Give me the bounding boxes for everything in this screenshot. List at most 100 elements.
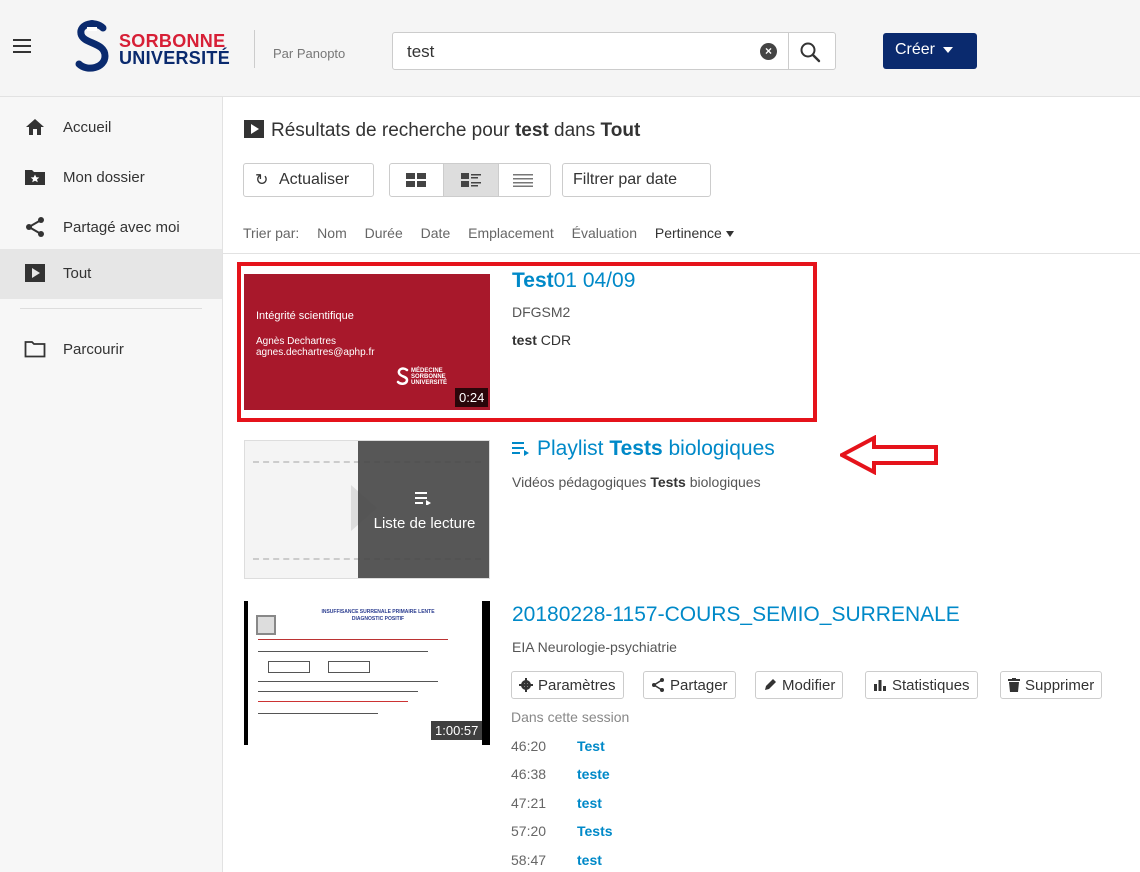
hit-word: Test [577,738,605,754]
create-label: Créer [895,41,936,58]
session-hit[interactable]: 57:20 Tests [511,823,613,839]
delete-label: Supprimer [1025,677,1095,694]
edit-button[interactable]: Modifier [755,671,844,699]
search-snippet: test CDR [512,332,571,348]
sidebar-item-parcourir[interactable]: Parcourir [0,325,222,375]
bar-chart-icon [874,680,886,691]
statistics-label: Statistiques [892,677,970,694]
view-mode-group [389,163,551,197]
title-rest: 01 04/09 [553,269,636,292]
playlist-title-post: biologiques [662,437,775,460]
video-title-link[interactable]: Test01 04/09 [512,269,635,293]
slide-box [268,661,310,673]
sidebar-item-partage[interactable]: Partagé avec moi [0,203,222,253]
desc-bold: Tests [650,474,686,490]
share-button[interactable]: Partager [643,671,736,699]
playlist-title-bold: Tests [609,437,663,460]
logo-line-2: UNIVERSITÉ [119,48,231,68]
detail-view-button[interactable] [443,164,499,196]
results-scope: Tout [600,120,641,141]
snippet-rest: CDR [536,332,572,348]
hit-word: teste [577,766,610,782]
gear-icon [519,678,533,692]
sidebar-divider [20,308,202,309]
results-term: test [514,120,549,141]
tile-view-button[interactable] [390,164,443,196]
sort-caret-icon [725,231,734,238]
session-hit[interactable]: 58:47 test [511,852,602,868]
sidebar-item-label: Tout [63,265,92,282]
video-title-link[interactable]: 20180228-1157-COURS_SEMIO_SURRENALE [512,603,960,627]
statistics-button[interactable]: Statistiques [865,671,978,699]
slide-subtitle: DIAGNOSTIC POSITIF [351,616,405,622]
edit-label: Modifier [782,677,836,694]
sidebar-item-label: Accueil [63,119,112,136]
folder-icon [24,341,46,358]
share-icon [652,678,664,692]
share-label: Partager [670,677,728,694]
annotation-arrow-icon [840,435,938,475]
playlist-title-link[interactable]: Playlist Tests biologiques [512,437,775,461]
search-box: × [392,32,836,70]
star-folder-icon [25,170,45,185]
results-heading: Résultats de recherche pour test dans To… [243,119,640,142]
slide-line [258,681,438,682]
clear-search-icon[interactable]: × [760,43,777,60]
by-panopto-label: Par Panopto [273,46,346,61]
hamburger-menu-icon[interactable] [13,39,31,53]
refresh-icon: ↻ [255,172,269,189]
session-hit[interactable]: 46:20 Test [511,738,605,754]
create-button[interactable]: Créer [883,33,977,69]
grid-view-icon [406,173,426,187]
hit-time: 57:20 [511,823,547,839]
hit-time: 58:47 [511,852,547,868]
folder-name: DFGSM2 [512,304,571,320]
sort-option-date[interactable]: Date [421,225,451,241]
video-thumbnail[interactable]: INSUFFISANCE SURRENALE PRIMAIRE LENTE DI… [244,601,490,745]
duration-badge: 1:00:57 [431,721,483,740]
settings-button[interactable]: Paramètres [511,671,624,699]
search-icon[interactable] [798,40,822,64]
list-view-button[interactable] [497,164,550,196]
logo-wordmark[interactable]: SORBONNE UNIVERSITÉ [119,32,231,68]
sidebar-item-mon-dossier[interactable]: Mon dossier [0,153,222,203]
hit-word: test [577,852,602,868]
results-prefix: Résultats de recherche pour [271,120,515,141]
detail-view-icon [461,173,481,187]
sort-option-duree[interactable]: Durée [365,225,403,241]
session-hit[interactable]: 47:21 test [511,795,602,811]
playlist-description: Vidéos pédagogiques Tests biologiques [512,474,761,490]
session-hits-heading: Dans cette session [511,709,630,725]
desc-pre: Vidéos pédagogiques [512,474,651,490]
play-box-icon [25,264,45,282]
hit-time: 46:20 [511,738,547,754]
refresh-button[interactable]: ↻ Actualiser [243,163,374,197]
sort-option-emplacement[interactable]: Emplacement [468,225,554,241]
main-content: Résultats de recherche pour test dans To… [223,97,1140,872]
sorbonne-logo-icon[interactable] [73,18,113,76]
delete-button[interactable]: Supprimer [1000,671,1103,699]
refresh-label: Actualiser [279,171,350,188]
pencil-icon [765,679,776,690]
sort-option-pertinence[interactable]: Pertinence [655,225,734,241]
sidebar-item-accueil[interactable]: Accueil [0,103,222,153]
results-mid: dans [548,120,601,141]
sort-option-nom[interactable]: Nom [317,225,347,241]
session-hit[interactable]: 46:38 teste [511,766,610,782]
filter-by-date-button[interactable]: Filtrer par date [562,163,711,197]
list-view-icon [513,174,533,187]
top-header: SORBONNE UNIVERSITÉ Par Panopto × Créer [0,0,1140,97]
search-input[interactable] [405,39,749,65]
share-icon [26,217,44,237]
hit-time: 46:38 [511,766,547,782]
checkbox-icon[interactable] [256,615,276,635]
playlist-icon [415,492,431,505]
hit-time: 47:21 [511,795,547,811]
hit-word: Tests [577,823,613,839]
sort-option-pertinence-label: Pertinence [654,225,722,241]
sidebar-item-label: Mon dossier [63,169,145,186]
sidebar-item-tout[interactable]: Tout [0,249,222,299]
sort-option-evaluation[interactable]: Évaluation [572,225,637,241]
home-icon [26,119,44,135]
playlist-thumbnail[interactable]: Liste de lecture [244,440,490,579]
